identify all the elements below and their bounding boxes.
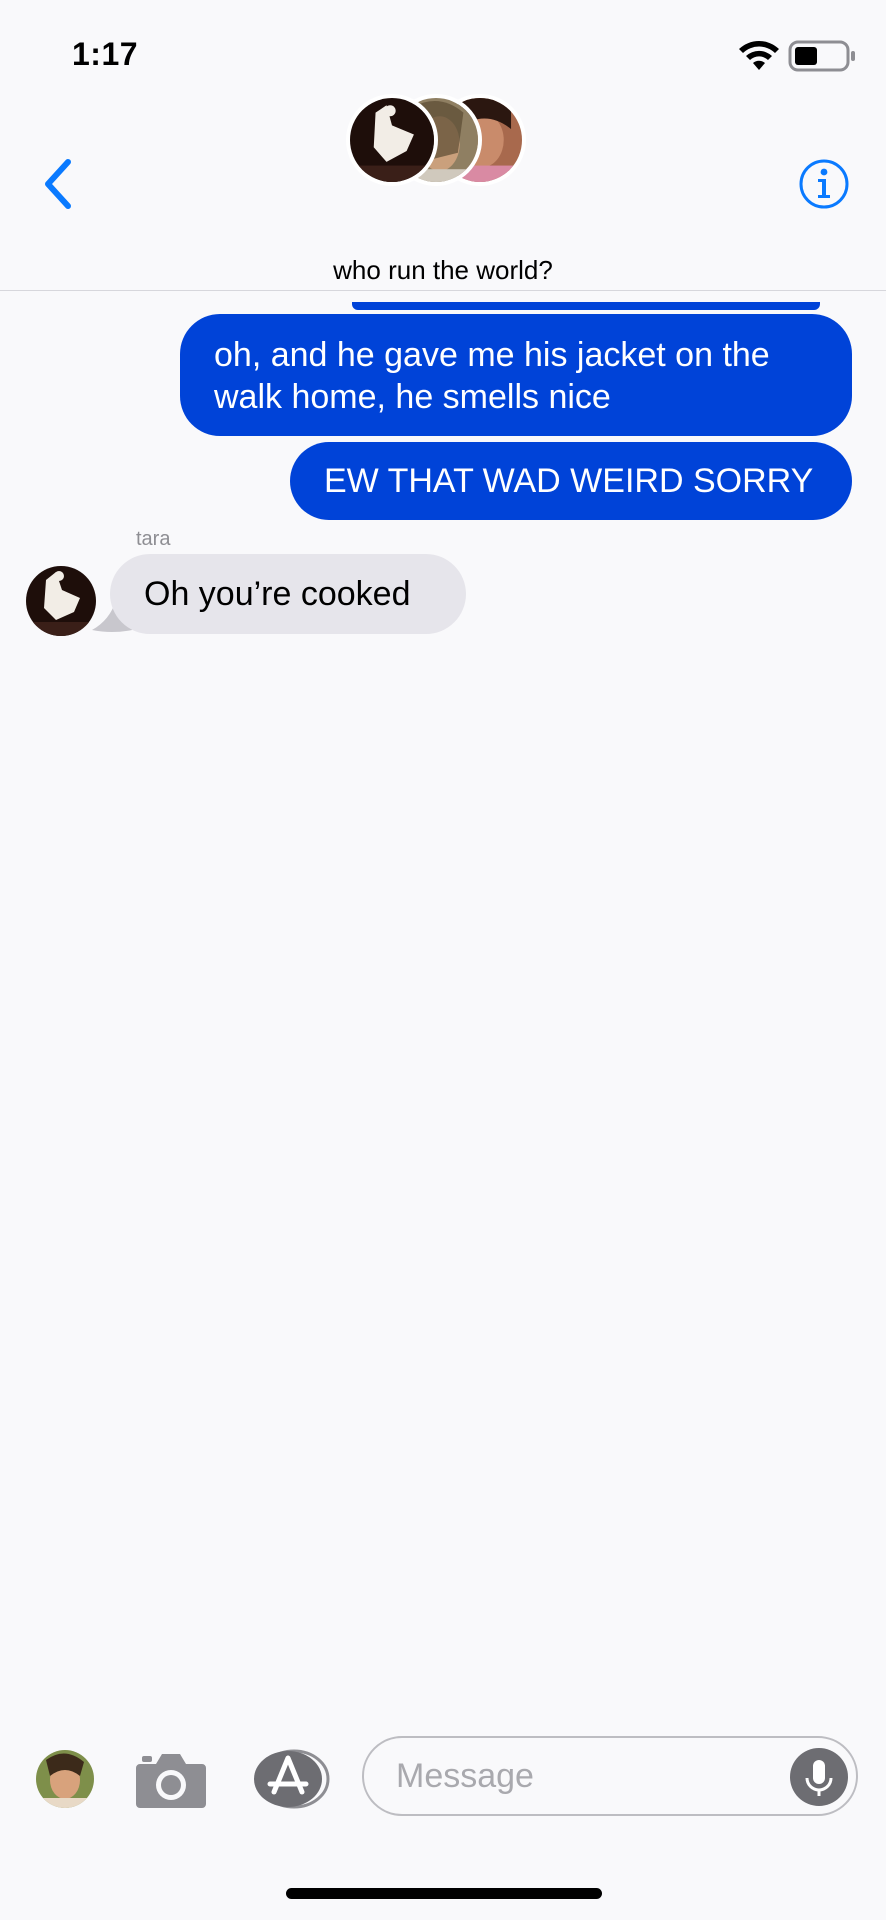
message-input-bar xyxy=(0,1720,886,1830)
conversation-header: who run the world? xyxy=(0,90,886,291)
chevron-left-icon[interactable] xyxy=(38,156,78,212)
wifi-icon xyxy=(739,41,779,70)
outgoing-message[interactable]: EW THAT WAD WEIRD SORRY xyxy=(290,442,852,520)
avatar[interactable] xyxy=(26,566,96,636)
group-avatars[interactable] xyxy=(346,94,530,190)
memoji-avatar[interactable] xyxy=(36,1750,94,1808)
incoming-message[interactable]: Oh you’re cooked xyxy=(110,554,466,634)
microphone-icon[interactable] xyxy=(790,1748,848,1806)
group-name[interactable]: who run the world? xyxy=(0,255,886,286)
previous-message-edge xyxy=(352,302,820,310)
avatar-image xyxy=(26,566,96,636)
home-indicator[interactable] xyxy=(286,1888,602,1899)
info-icon[interactable] xyxy=(798,158,850,210)
avatar xyxy=(346,94,438,186)
message-input[interactable] xyxy=(362,1736,858,1816)
camera-icon[interactable] xyxy=(134,1750,208,1810)
outgoing-message[interactable]: oh, and he gave me his jacket on the wal… xyxy=(180,314,852,436)
avatar-image xyxy=(36,1750,94,1808)
sender-name: tara xyxy=(136,528,171,550)
avatar-image xyxy=(350,98,434,182)
status-time: 1:17 xyxy=(72,36,139,72)
appstore-icon[interactable] xyxy=(250,1748,332,1810)
battery-icon xyxy=(788,40,855,72)
